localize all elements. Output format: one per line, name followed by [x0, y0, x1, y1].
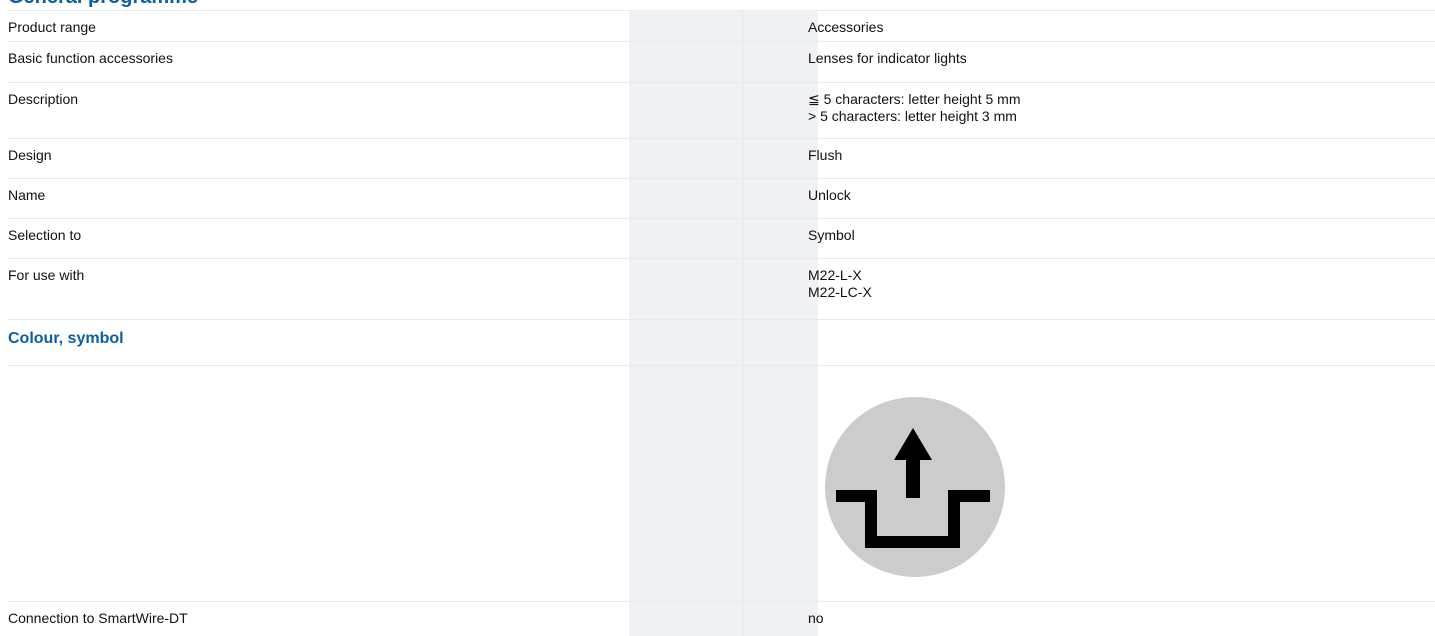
row-value: Symbol — [808, 227, 855, 244]
table-row: Connection to SmartWire-DT no — [8, 601, 1435, 636]
row-value-line: M22-LC-X — [808, 284, 872, 300]
row-label: Basic function accessories — [8, 50, 173, 66]
row-value-line: Unlock — [808, 187, 851, 203]
row-value: Unlock — [808, 187, 851, 204]
row-value-line: Lenses for indicator lights — [808, 50, 967, 66]
row-value: Lenses for indicator lights — [808, 50, 967, 67]
table-row: Basic function accessories Lenses for in… — [8, 41, 1435, 82]
row-label: Selection to — [8, 227, 82, 243]
table-row: Product range Accessories — [8, 10, 1435, 41]
table-row-symbol — [8, 365, 1435, 601]
row-label: Product range — [8, 19, 96, 35]
row-value: ≦ 5 characters: letter height 5 mm > 5 c… — [808, 91, 1020, 125]
table-row: For use with M22-L-X M22-LC-X — [8, 258, 1435, 319]
row-value-line: no — [808, 610, 824, 626]
unlock-arrow-icon — [825, 397, 1005, 577]
table-row: Description ≦ 5 characters: letter heigh… — [8, 82, 1435, 138]
row-value: Accessories — [808, 19, 883, 36]
table-row: Design Flush — [8, 138, 1435, 178]
section-heading-partial: General programme — [8, 0, 198, 9]
row-label: For use with — [8, 267, 85, 283]
row-value: no — [808, 610, 824, 627]
row-value-line: ≦ 5 characters: letter height 5 mm — [808, 91, 1021, 107]
row-value: Flush — [808, 147, 842, 164]
row-value-line: M22-L-X — [808, 267, 862, 283]
properties-table: Product range Accessories Basic function… — [8, 10, 1435, 636]
row-label: Description — [8, 91, 79, 107]
row-label: Connection to SmartWire-DT — [8, 610, 188, 626]
row-label: Name — [8, 187, 46, 203]
row-label: Design — [8, 147, 52, 163]
symbol-arrow-shaft — [906, 456, 920, 498]
row-value: M22-L-X M22-LC-X — [808, 267, 872, 301]
section-row-colour-symbol: Colour, symbol — [8, 319, 1435, 365]
table-row: Selection to Symbol — [8, 218, 1435, 258]
row-value-line: > 5 characters: letter height 3 mm — [808, 108, 1017, 124]
row-value-line: Symbol — [808, 227, 855, 243]
row-value-line: Accessories — [808, 19, 884, 35]
section-title: Colour, symbol — [8, 330, 124, 347]
row-value-line: Flush — [808, 147, 843, 163]
table-row: Name Unlock — [8, 178, 1435, 218]
